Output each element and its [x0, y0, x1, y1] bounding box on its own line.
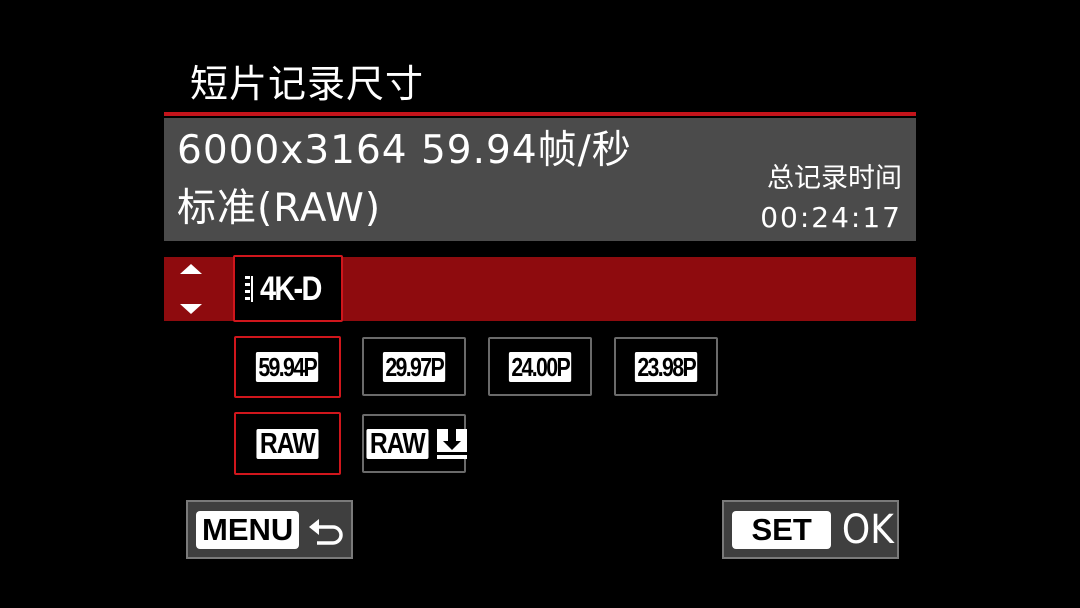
menu-button-label: MENU: [196, 510, 300, 549]
framerate-label: 24.00P: [508, 351, 572, 382]
resolution-framerate-text: 6000x3164 59.94帧/秒: [177, 128, 632, 173]
quality-label: RAW: [366, 428, 429, 459]
total-record-time-label: 总记录时间: [767, 163, 902, 194]
size-option-label: 4K-D: [259, 269, 322, 308]
title-divider: [164, 112, 916, 116]
framerate-option-5994p[interactable]: 59.94P: [234, 336, 341, 398]
size-option-4k-d[interactable]: 4K-D: [233, 255, 343, 322]
scroll-up-icon[interactable]: [180, 264, 202, 274]
framerate-option-2400p[interactable]: 24.00P: [488, 337, 592, 396]
framerate-label: 23.98P: [634, 351, 698, 382]
movie-4k-icon: [244, 275, 259, 302]
framerate-label: 59.94P: [256, 352, 319, 382]
quality-text: 标准(RAW): [177, 186, 382, 231]
quality-option-raw-light[interactable]: RAW: [362, 414, 467, 473]
scroll-down-icon[interactable]: [180, 304, 202, 314]
set-ok-button[interactable]: SET OK: [722, 500, 899, 559]
quality-option-raw[interactable]: RAW: [234, 412, 341, 475]
page-title: 短片记录尺寸: [190, 62, 425, 106]
quality-label: RAW: [256, 428, 319, 459]
set-button-label: SET: [732, 510, 832, 549]
download-light-icon: [436, 428, 467, 459]
framerate-option-2398p[interactable]: 23.98P: [614, 337, 718, 396]
framerate-label: 29.97P: [382, 351, 446, 382]
ok-label: OK: [842, 506, 895, 553]
menu-back-button[interactable]: MENU: [186, 500, 353, 559]
framerate-option-2997p[interactable]: 29.97P: [362, 337, 466, 396]
total-record-time-value: 00:24:17: [760, 201, 902, 234]
return-arrow-icon: [309, 518, 343, 545]
